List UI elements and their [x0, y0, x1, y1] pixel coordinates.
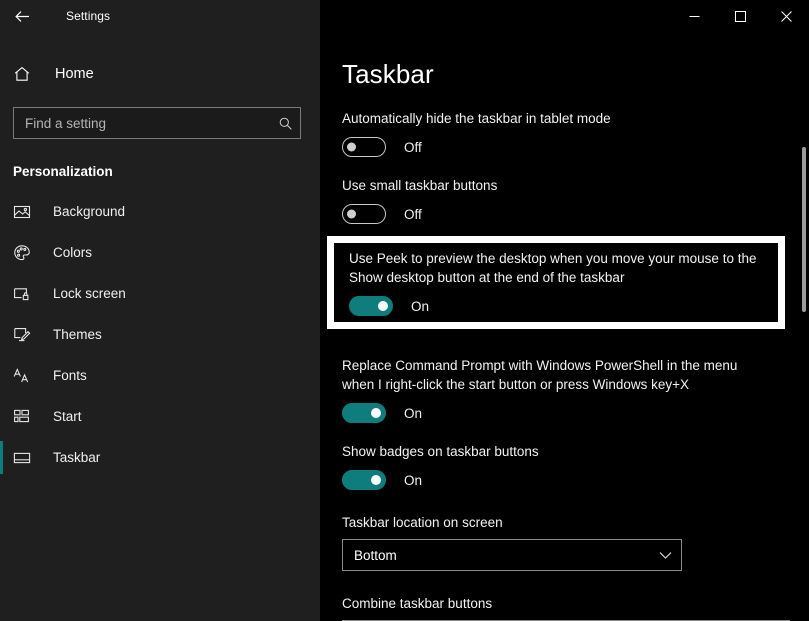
group-combine-taskbar-buttons: Combine taskbar buttons Always, hide lab… — [320, 596, 809, 621]
toggle-small-taskbar-buttons[interactable] — [342, 204, 386, 224]
active-indicator — [0, 400, 3, 433]
setting-description: Replace Command Prompt with Windows Powe… — [342, 356, 762, 394]
toggle-knob — [347, 143, 356, 152]
toggle-auto-hide-tablet[interactable] — [342, 137, 386, 157]
sidebar-nav: Background Colors — [0, 191, 320, 478]
sidebar-item-label: Themes — [53, 327, 102, 342]
active-indicator — [0, 236, 3, 269]
taskbar-icon — [13, 449, 39, 467]
active-indicator — [0, 277, 3, 310]
close-icon[interactable] — [763, 0, 809, 32]
setting-description: Show badges on taskbar buttons — [342, 442, 762, 461]
lock-screen-icon — [13, 285, 39, 303]
picture-icon — [13, 203, 39, 221]
group-taskbar-location: Taskbar location on screen Bottom — [320, 515, 809, 571]
setting-description: Automatically hide the taskbar in tablet… — [342, 109, 762, 128]
title-bar-left: Settings — [0, 0, 320, 32]
sidebar-item-label: Lock screen — [53, 286, 126, 301]
active-indicator — [0, 195, 3, 228]
sidebar-item-lock-screen[interactable]: Lock screen — [0, 273, 320, 314]
sidebar-item-label: Background — [53, 204, 125, 219]
scrollbar-track[interactable] — [795, 32, 809, 621]
minimize-icon[interactable] — [671, 0, 717, 32]
toggle-state-label: On — [404, 473, 422, 488]
toggle-knob — [371, 475, 381, 485]
palette-icon — [13, 244, 39, 262]
setting-show-badges: Show badges on taskbar buttons On — [342, 423, 809, 490]
sidebar-item-themes[interactable]: Themes — [0, 314, 320, 355]
sidebar-item-home[interactable]: Home — [0, 54, 320, 94]
setting-description: Use small taskbar buttons — [342, 176, 762, 195]
toggle-knob — [378, 301, 388, 311]
toggle-replace-command-prompt[interactable] — [342, 403, 386, 423]
active-indicator — [0, 318, 3, 351]
dropdown-taskbar-location[interactable]: Bottom — [342, 539, 682, 571]
search-box[interactable] — [13, 107, 301, 139]
highlight-box-use-peek: Use Peek to preview the desktop when you… — [327, 236, 785, 329]
sidebar-item-background[interactable]: Background — [0, 191, 320, 232]
active-indicator — [0, 359, 3, 392]
search-input[interactable] — [14, 108, 270, 138]
main-content: Taskbar Automatically hide the taskbar i… — [320, 32, 809, 621]
window-controls — [320, 0, 809, 32]
scrollbar-thumb[interactable] — [802, 147, 806, 312]
sidebar-home-label: Home — [55, 66, 94, 82]
themes-brush-icon — [13, 326, 39, 344]
back-arrow-icon[interactable] — [0, 0, 44, 32]
setting-replace-command-prompt: Replace Command Prompt with Windows Powe… — [342, 337, 809, 423]
window-title: Settings — [66, 9, 110, 23]
toggle-row: On — [349, 296, 778, 316]
toggle-state-label: On — [404, 406, 422, 421]
start-tiles-icon — [13, 408, 39, 426]
setting-description: Use Peek to preview the desktop when you… — [349, 249, 761, 287]
sidebar-item-label: Start — [53, 409, 82, 424]
sidebar-item-label: Fonts — [53, 368, 87, 383]
sidebar-item-label: Colors — [53, 245, 92, 260]
setting-use-peek: Use Peek to preview the desktop when you… — [349, 243, 778, 322]
setting-small-taskbar-buttons: Use small taskbar buttons Off — [342, 157, 809, 224]
active-indicator — [0, 441, 3, 474]
home-icon — [13, 65, 43, 83]
toggle-state-label: On — [411, 299, 429, 314]
toggle-state-label: Off — [404, 207, 422, 222]
sidebar-item-fonts[interactable]: Fonts — [0, 355, 320, 396]
toggle-row: On — [342, 403, 809, 423]
sidebar-item-colors[interactable]: Colors — [0, 232, 320, 273]
sidebar: Home Personalization — [0, 32, 320, 621]
sidebar-item-start[interactable]: Start — [0, 396, 320, 437]
title-bar: Settings — [0, 0, 809, 32]
toggle-row: Off — [342, 137, 809, 157]
chevron-down-icon — [659, 551, 672, 560]
toggle-knob — [347, 210, 356, 219]
window-body: Home Personalization — [0, 32, 809, 621]
toggle-use-peek[interactable] — [349, 296, 393, 316]
search-icon[interactable] — [270, 116, 300, 131]
sidebar-item-label: Taskbar — [53, 450, 100, 465]
fonts-aa-icon — [13, 367, 39, 385]
page-title: Taskbar — [342, 59, 809, 90]
dropdown-label: Combine taskbar buttons — [342, 596, 809, 611]
maximize-icon[interactable] — [717, 0, 763, 32]
setting-auto-hide-tablet: Automatically hide the taskbar in tablet… — [342, 90, 809, 157]
sidebar-category-title: Personalization — [0, 164, 320, 179]
sidebar-item-taskbar[interactable]: Taskbar — [0, 437, 320, 478]
dropdown-value: Bottom — [354, 548, 397, 563]
settings-window: Settings Home — [0, 0, 809, 621]
toggle-row: On — [342, 470, 809, 490]
toggle-show-badges[interactable] — [342, 470, 386, 490]
dropdown-label: Taskbar location on screen — [342, 515, 809, 530]
toggle-state-label: Off — [404, 140, 422, 155]
toggle-row: Off — [342, 204, 809, 224]
toggle-knob — [371, 408, 381, 418]
